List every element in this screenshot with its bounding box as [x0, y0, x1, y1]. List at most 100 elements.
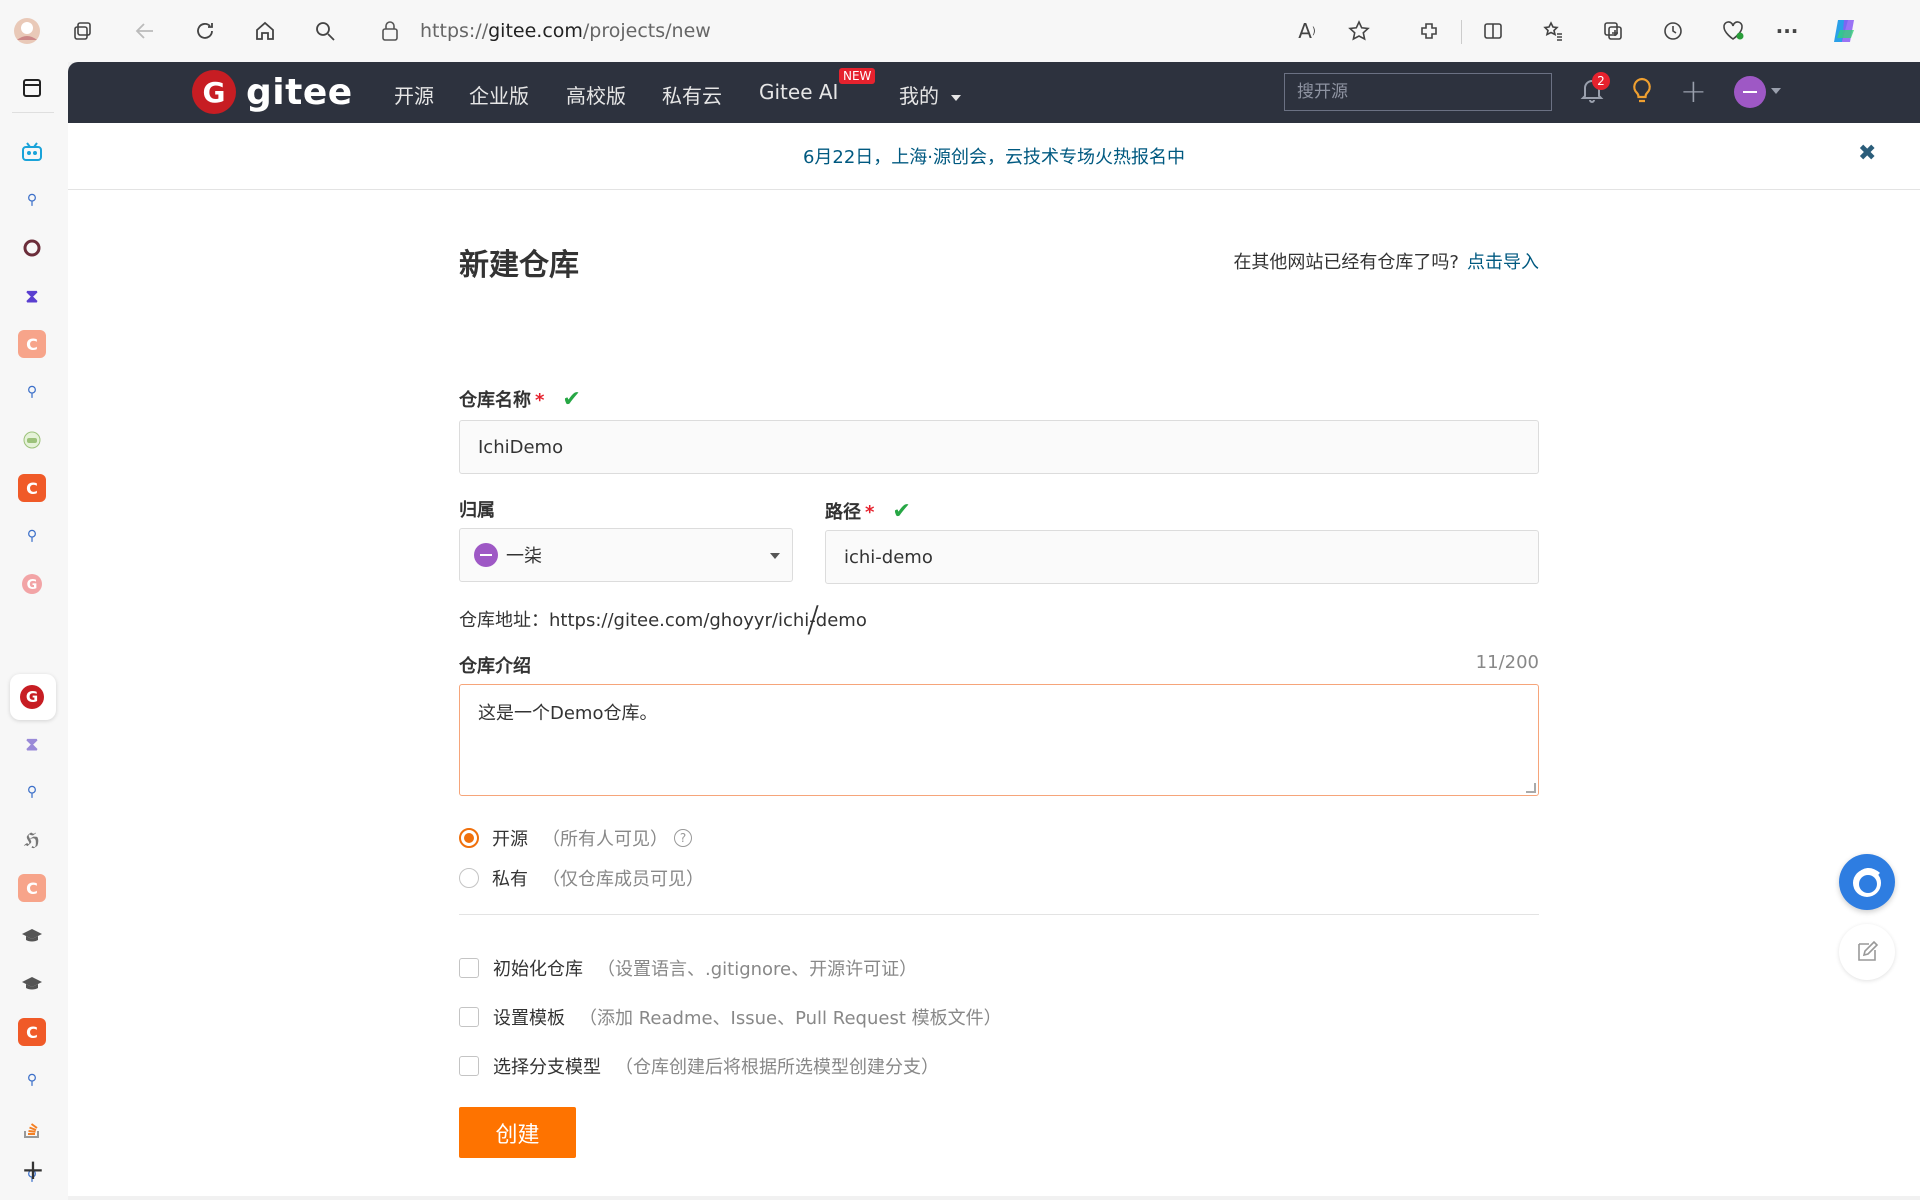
url-text: https://gitee.com/projects/new: [420, 20, 711, 42]
resize-handle[interactable]: [1526, 783, 1536, 793]
repo-name-input[interactable]: IchiDemo: [459, 420, 1539, 474]
hand-site-icon[interactable]: ℌ: [18, 826, 46, 854]
favorite-star-icon[interactable]: [1344, 16, 1374, 46]
gitee-active-tab-icon[interactable]: G: [18, 683, 46, 711]
option-branch-model-hint: （仓库创建后将根据所选模型创建分支）: [615, 1057, 939, 1078]
checkbox-branch-model[interactable]: [459, 1056, 479, 1076]
path-input[interactable]: ichi-demo: [825, 530, 1539, 584]
repo-address-value: https://gitee.com/ghoyyr/ichi-demo: [549, 610, 867, 631]
announcement-bar: 6月22日，上海·源创会，云技术专场火热报名中 ✖: [68, 123, 1920, 190]
visibility-private-option[interactable]: 私有 （仅仓库成员可见）: [459, 865, 704, 891]
option-init-repo[interactable]: 初始化仓库 （设置语言、.gitignore、开源许可证）: [459, 955, 917, 981]
csdn-icon-2[interactable]: C: [18, 474, 46, 502]
refresh-icon[interactable]: [190, 16, 220, 46]
repo-name-label: 仓库名称 * ✔: [459, 386, 581, 412]
import-link[interactable]: 点击导入: [1467, 252, 1539, 273]
description-label: 仓库介绍: [459, 656, 531, 677]
home-icon[interactable]: [250, 16, 280, 46]
nav-mine[interactable]: 我的: [899, 80, 962, 109]
circle-site-icon[interactable]: [18, 234, 46, 262]
nav-education[interactable]: 高校版: [566, 80, 626, 109]
owner-select[interactable]: 一柒: [459, 528, 793, 582]
split-screen-icon[interactable]: [1478, 16, 1508, 46]
search-tab-icon-3[interactable]: ⚲: [18, 522, 46, 550]
create-button[interactable]: 创建: [459, 1107, 576, 1158]
lightbulb-icon[interactable]: [1628, 76, 1658, 106]
address-bar[interactable]: https://gitee.com/projects/new: [380, 14, 711, 48]
profile-avatar-icon[interactable]: [12, 16, 42, 46]
history-icon[interactable]: [1658, 16, 1688, 46]
option-template-hint: （添加 Readme、Issue、Pull Request 模板文件）: [579, 1008, 1002, 1029]
option-branch-model[interactable]: 选择分支模型 （仓库创建后将根据所选模型创建分支）: [459, 1053, 939, 1079]
gitee-logo[interactable]: G gitee: [192, 70, 353, 114]
checkbox-init-repo[interactable]: [459, 958, 479, 978]
bilibili-icon[interactable]: [18, 138, 46, 166]
checkbox-template[interactable]: [459, 1007, 479, 1027]
announcement-link[interactable]: 6月22日，上海·源创会，云技术专场火热报名中: [68, 143, 1920, 169]
radio-private[interactable]: [459, 868, 479, 888]
search-icon[interactable]: [310, 16, 340, 46]
nav-gitee-ai[interactable]: Gitee AI: [759, 80, 838, 104]
nav-enterprise[interactable]: 企业版: [469, 80, 529, 109]
gitee-logo-text: gitee: [246, 71, 353, 113]
browser-essentials-icon[interactable]: [1718, 16, 1748, 46]
repo-address-label: 仓库地址：: [459, 610, 549, 631]
path-value: ichi-demo: [844, 546, 933, 568]
page-content: G gitee 开源 企业版 高校版 私有云 Gitee AI NEW 我的 搜…: [68, 62, 1920, 1196]
nav-private-cloud[interactable]: 私有云: [662, 80, 722, 109]
repo-name-label-text: 仓库名称: [459, 390, 531, 411]
hourglass-site-icon[interactable]: ⧗: [18, 282, 46, 310]
description-textarea[interactable]: 这是一个Demo仓库。: [459, 684, 1539, 796]
gitee-header: G gitee 开源 企业版 高校版 私有云 Gitee AI NEW 我的 搜…: [68, 62, 1920, 123]
visibility-public-label: 开源: [492, 829, 528, 850]
new-tab-plus-icon[interactable]: +: [18, 1153, 48, 1186]
chevron-down-icon: [951, 94, 962, 101]
tab-panel-icon[interactable]: [18, 74, 46, 102]
more-menu-icon[interactable]: ···: [1772, 16, 1802, 46]
collections-icon[interactable]: [1598, 16, 1628, 46]
new-badge: NEW: [839, 68, 876, 84]
search-tab-icon-4[interactable]: ⚲: [18, 778, 46, 806]
svg-text:G: G: [26, 688, 38, 706]
customer-service-icon[interactable]: [1839, 854, 1895, 910]
search-tab-icon-5[interactable]: ⚲: [18, 1066, 46, 1094]
csdn-icon-4[interactable]: C: [18, 1018, 46, 1046]
option-template[interactable]: 设置模板 （添加 Readme、Issue、Pull Request 模板文件）: [459, 1004, 1002, 1030]
bot-site-icon[interactable]: [18, 426, 46, 454]
visibility-private-label: 私有: [492, 869, 528, 890]
nav-opensource[interactable]: 开源: [394, 80, 434, 109]
copilot-icon[interactable]: [1830, 16, 1860, 46]
chevron-down-icon[interactable]: [1771, 88, 1781, 94]
form-divider: [459, 914, 1539, 915]
visibility-public-option[interactable]: 开源 （所有人可见） ?: [459, 825, 692, 851]
csdn-icon-3[interactable]: C: [18, 874, 46, 902]
page-title: 新建仓库: [459, 248, 579, 283]
feedback-edit-icon[interactable]: [1839, 924, 1895, 980]
search-tab-icon-2[interactable]: ⚲: [18, 378, 46, 406]
favorites-list-icon[interactable]: [1538, 16, 1568, 46]
add-plus-icon[interactable]: +: [1680, 72, 1707, 110]
help-circle-icon[interactable]: ?: [674, 829, 692, 847]
stackoverflow-icon[interactable]: [18, 1114, 46, 1142]
gitee-faded-icon[interactable]: G: [18, 570, 46, 598]
owner-value: 一柒: [506, 546, 542, 567]
read-aloud-icon[interactable]: A): [1292, 16, 1322, 46]
close-icon[interactable]: ✖: [1858, 141, 1876, 166]
user-avatar[interactable]: [1734, 76, 1766, 108]
search-tab-icon[interactable]: ⚲: [18, 186, 46, 214]
workspaces-icon[interactable]: [68, 16, 98, 46]
extensions-icon[interactable]: [1414, 16, 1444, 46]
radio-public[interactable]: [459, 828, 479, 848]
description-counter: 11/200: [1475, 652, 1539, 673]
back-icon[interactable]: [130, 16, 160, 46]
hourglass-site-icon-2[interactable]: ⧗: [18, 730, 46, 758]
visibility-public-hint: （所有人可见）: [542, 829, 668, 850]
search-input[interactable]: 搜开源: [1284, 73, 1552, 111]
graduation-cap-icon[interactable]: [18, 922, 46, 950]
visibility-private-hint: （仅仓库成员可见）: [542, 869, 704, 890]
option-template-label: 设置模板: [493, 1008, 565, 1029]
graduation-cap-icon-2[interactable]: [18, 970, 46, 998]
csdn-icon-1[interactable]: C: [18, 330, 46, 358]
option-init-repo-hint: （设置语言、.gitignore、开源许可证）: [597, 959, 918, 980]
browser-sidebar: ⚲ ⧗ C ⚲ C ⚲ G G ⧗ ⚲ ℌ C C ⚲ ⚲: [0, 62, 68, 1200]
